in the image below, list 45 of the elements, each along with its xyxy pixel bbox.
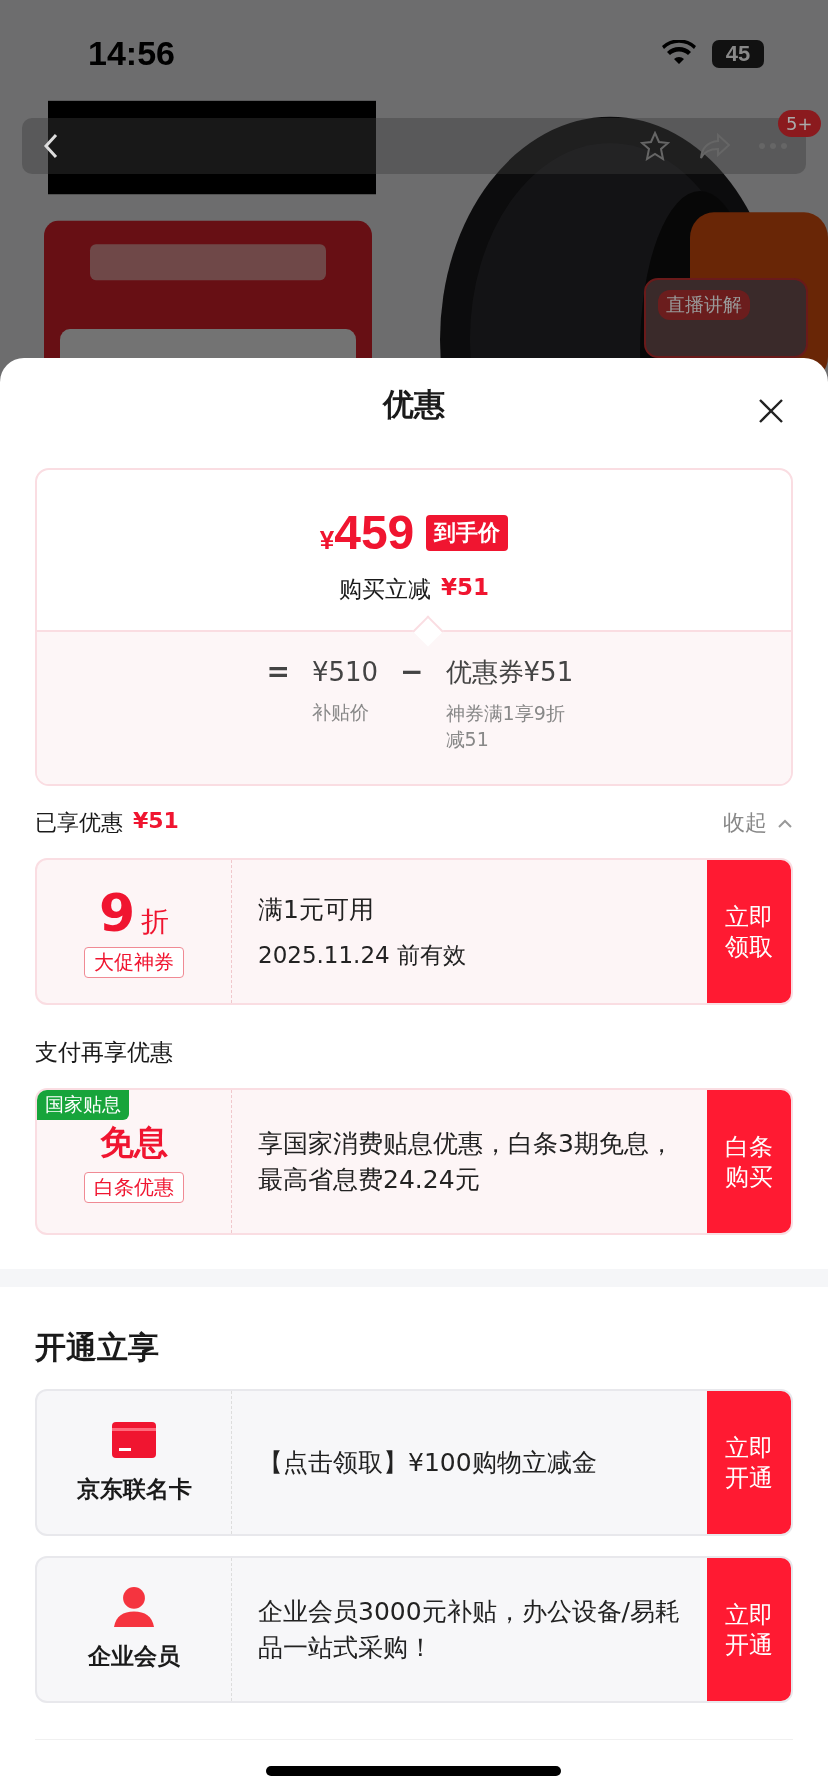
offer-tag: 白条优惠 — [84, 1172, 184, 1203]
coupon-expiry: 2025.11.24 前有效 — [258, 940, 467, 970]
saving-amount: ¥51 — [441, 574, 489, 602]
membership-name: 京东联名卡 — [76, 1475, 192, 1504]
activate-button[interactable]: 立即开通 — [707, 1558, 791, 1701]
membership-description: 【点击领取】¥100购物立减金 — [258, 1446, 598, 1479]
minus-sign: − — [400, 654, 424, 690]
live-label: 直播讲解 — [658, 290, 750, 320]
section-title: 开通立享 — [35, 1328, 160, 1367]
activate-button[interactable]: 立即开通 — [707, 1391, 791, 1534]
base-price-label: 补贴价 — [311, 700, 370, 725]
sheet-title: 优惠 — [383, 385, 445, 424]
price-tag: 到手价 — [426, 514, 509, 551]
enjoyed-amount: ¥51 — [133, 808, 179, 835]
live-video[interactable]: 直播讲解 — [644, 278, 808, 358]
section-title: 支付再享优惠 — [35, 1038, 174, 1067]
offer-title: 免息 — [100, 1121, 168, 1164]
collapse-toggle[interactable]: 收起 — [723, 808, 793, 838]
coupon-condition: 满1元可用 — [258, 893, 375, 926]
enjoyed-label: 已享优惠 — [35, 809, 123, 837]
offer-badge: 国家贴息 — [37, 1090, 129, 1120]
chevron-icon — [777, 818, 793, 828]
discount-unit: 折 — [141, 904, 170, 940]
coupon-tag: 大促神券 — [84, 947, 184, 978]
membership-description: 企业会员3000元补贴，办公设备/易耗品一站式采购！ — [258, 1595, 682, 1664]
membership-name: 企业会员 — [88, 1642, 180, 1671]
coupon-rule: 神券满1享9折减51 — [445, 701, 566, 752]
offer-description: 享国家消费贴息优惠，白条3期免息，最高省息费24.24元 — [258, 1127, 675, 1196]
status-time: 14:56 — [88, 34, 175, 73]
share-icon[interactable] — [698, 132, 732, 160]
saving-label: 购买立减 — [339, 575, 431, 604]
coupon-value: 优惠券¥51 — [445, 656, 575, 689]
final-price: ¥459 — [319, 505, 415, 560]
base-price: ¥510 — [311, 656, 379, 689]
buy-button[interactable]: 白条购买 — [707, 1090, 791, 1233]
battery-level: 45 — [712, 40, 764, 68]
person-icon — [112, 1587, 156, 1627]
notification-badge: 5+ — [778, 110, 821, 137]
claim-button[interactable]: 立即领取 — [707, 860, 791, 1003]
equals-sign: = — [266, 654, 290, 690]
close-icon[interactable] — [758, 398, 784, 424]
star-icon[interactable] — [640, 131, 670, 161]
discount-value: 9 — [98, 885, 136, 941]
wifi-icon — [662, 40, 696, 66]
card-icon — [112, 1420, 156, 1460]
